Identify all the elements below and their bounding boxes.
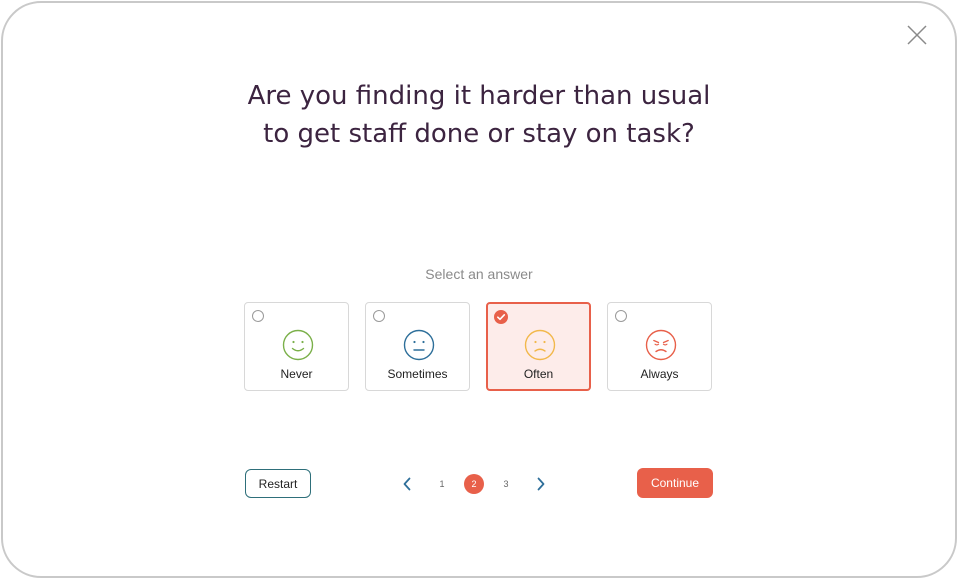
checked-radio-button[interactable] — [494, 310, 508, 324]
option-always[interactable]: Always — [607, 302, 712, 391]
radio-button[interactable] — [252, 310, 264, 322]
continue-button[interactable]: Continue — [637, 468, 713, 498]
close-icon[interactable] — [906, 24, 928, 46]
checkmark-icon — [497, 314, 506, 321]
option-label: Never — [280, 367, 313, 381]
smile-face-icon — [282, 329, 314, 361]
radio-button[interactable] — [615, 310, 627, 322]
chevron-right-icon[interactable] — [534, 476, 548, 492]
option-never[interactable]: Never — [244, 302, 349, 391]
option-label: Often — [523, 367, 554, 381]
radio-button[interactable] — [373, 310, 385, 322]
option-often[interactable]: Often — [486, 302, 591, 391]
chevron-left-icon[interactable] — [400, 476, 414, 492]
page-2[interactable]: 2 — [464, 474, 484, 494]
question-line-2: to get staff done or stay on task? — [263, 119, 695, 150]
question-line-1: Are you finding it harder than usual — [247, 81, 711, 112]
neutral-face-icon — [403, 329, 435, 361]
option-label: Always — [640, 367, 679, 381]
question-title: Are you finding it harder than usual to … — [0, 77, 958, 153]
sad-face-icon — [645, 329, 677, 361]
page-1[interactable]: 1 — [432, 474, 452, 494]
option-sometimes[interactable]: Sometimes — [365, 302, 470, 391]
page-3[interactable]: 3 — [496, 474, 516, 494]
option-label: Sometimes — [387, 367, 448, 381]
restart-button[interactable]: Restart — [245, 469, 311, 498]
answer-prompt: Select an answer — [425, 266, 533, 282]
frown-face-icon — [524, 329, 556, 361]
